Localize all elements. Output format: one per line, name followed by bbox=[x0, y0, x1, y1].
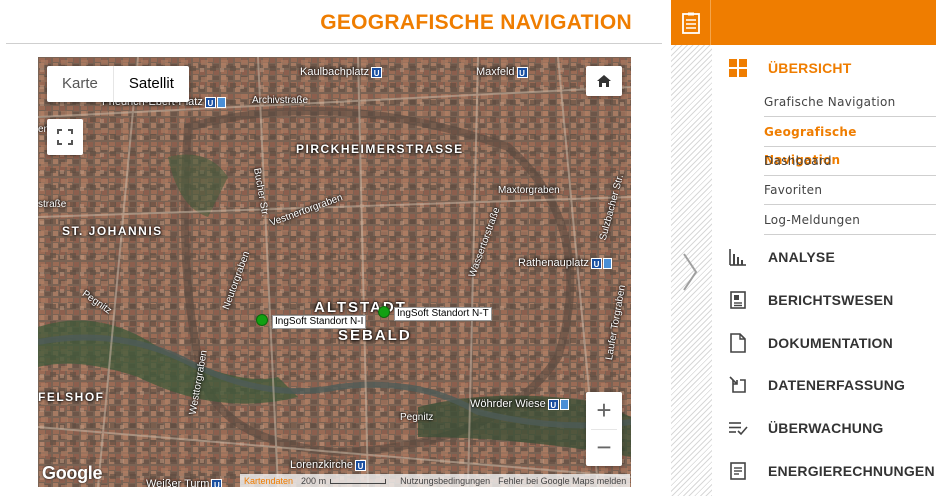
menu-section-ueberwachung[interactable]: ÜBERWACHUNG bbox=[712, 408, 936, 448]
place-label: Maxfeld U bbox=[476, 66, 528, 78]
report-error-link[interactable]: Fehler bei Google Maps melden bbox=[494, 476, 630, 486]
menu-toggle-button[interactable] bbox=[671, 0, 711, 45]
chevron-right-icon[interactable] bbox=[682, 252, 698, 296]
google-logo: Google bbox=[42, 463, 103, 483]
menu-header-bar bbox=[671, 0, 936, 45]
district-label: PIRCKHEIMERSTRASSE bbox=[296, 142, 464, 156]
bus-stop-icon bbox=[559, 398, 569, 410]
bus-stop-icon bbox=[602, 257, 612, 269]
maptype-karte-button[interactable]: Karte bbox=[47, 66, 113, 102]
zoom-out-button[interactable]: − bbox=[586, 429, 622, 466]
map-view[interactable]: Kaulbachplatz U Maxfeld U Friedrich-Ebert-… bbox=[38, 57, 631, 487]
maptype-satellit-button[interactable]: Satellit bbox=[112, 66, 189, 102]
ubahn-icon: U bbox=[211, 478, 223, 487]
scale-label[interactable]: 200 m bbox=[297, 476, 396, 486]
menu-section-label: ANALYSE bbox=[768, 249, 836, 265]
menu-section-label: ENERGIERECHNUNGEN bbox=[768, 463, 935, 479]
place-label: Lorenzkirche U bbox=[290, 459, 366, 471]
location-marker-icon[interactable] bbox=[378, 306, 390, 318]
menu-section-uebersicht[interactable]: ÜBERSICHT bbox=[712, 48, 936, 88]
place-label: Kaulbachplatz U bbox=[300, 66, 383, 78]
district-label: FELSHOF bbox=[38, 390, 105, 404]
terms-link[interactable]: Nutzungsbedingungen bbox=[396, 476, 494, 486]
menu-section-analyse[interactable]: ANALYSE bbox=[712, 237, 936, 277]
navigation-menu: ÜBERSICHT Grafische Navigation Geografis… bbox=[712, 45, 936, 496]
submenu-item-log-meldungen[interactable]: Log-Meldungen bbox=[764, 206, 936, 235]
marker-label[interactable]: IngSoft Standort N-I bbox=[272, 315, 367, 329]
district-label: ST. JOHANNIS bbox=[62, 224, 163, 238]
zoom-control: + − bbox=[586, 392, 622, 466]
map-type-control: Karte Satellit bbox=[47, 66, 189, 102]
map-attribution: Kartendaten 200 m Nutzungsbedingungen Fe… bbox=[240, 474, 631, 487]
menu-section-energierechnungen[interactable]: ENERGIERECHNUNGEN bbox=[712, 451, 936, 491]
menu-section-label: DOKUMENTATION bbox=[768, 335, 893, 351]
submenu-item-favoriten[interactable]: Favoriten bbox=[764, 176, 936, 205]
ubahn-icon: U bbox=[204, 96, 216, 108]
river-label: Pegnitz bbox=[400, 412, 434, 423]
menu-section-dokumentation[interactable]: DOKUMENTATION bbox=[712, 323, 936, 363]
satellite-imagery bbox=[38, 57, 631, 487]
menu-section-berichtswesen[interactable]: BERICHTSWESEN bbox=[712, 280, 936, 320]
zoom-in-button[interactable]: + bbox=[586, 392, 622, 429]
ubahn-icon: U bbox=[354, 459, 366, 471]
overview-grid-icon bbox=[728, 58, 748, 78]
home-button[interactable] bbox=[586, 66, 622, 96]
document-icon bbox=[728, 333, 748, 353]
clipboard-list-icon bbox=[681, 12, 700, 34]
menu-section-label: BERICHTSWESEN bbox=[768, 292, 894, 308]
ubahn-icon: U bbox=[371, 66, 383, 78]
ubahn-icon: U bbox=[590, 257, 602, 269]
title-bar: GEOGRAFISCHE NAVIGATION bbox=[6, 0, 662, 44]
street-label: straße bbox=[38, 199, 67, 210]
page-title: GEOGRAFISCHE NAVIGATION bbox=[320, 11, 632, 34]
street-label: Maxtorgraben bbox=[498, 185, 560, 196]
submenu-item-dashboard[interactable]: Dashboard bbox=[764, 147, 936, 176]
location-marker-icon[interactable] bbox=[256, 314, 268, 326]
menu-section-label: ÜBERSICHT bbox=[768, 60, 852, 76]
place-label: Weißer Turm U bbox=[146, 478, 223, 487]
map-data-link[interactable]: Kartendaten bbox=[240, 476, 297, 486]
fullscreen-button[interactable] bbox=[47, 119, 83, 155]
scale-bar bbox=[330, 478, 387, 484]
fullscreen-icon bbox=[57, 129, 73, 145]
invoice-icon bbox=[728, 461, 748, 481]
ubahn-icon: U bbox=[547, 398, 559, 410]
report-icon bbox=[728, 290, 748, 310]
place-label: Wöhrder Wiese U bbox=[470, 398, 569, 410]
menu-section-label: ÜBERWACHUNG bbox=[768, 420, 884, 436]
menu-section-datenerfassung[interactable]: DATENERFASSUNG bbox=[712, 365, 936, 405]
district-label: ALTSTADT bbox=[314, 299, 407, 316]
submenu-item-grafische-navigation[interactable]: Grafische Navigation bbox=[764, 88, 936, 117]
bus-stop-icon bbox=[216, 96, 226, 108]
ubahn-icon: U bbox=[516, 66, 528, 78]
street-label: Archivstraße bbox=[252, 95, 309, 106]
marker-label[interactable]: IngSoft Standort N-T bbox=[394, 307, 492, 321]
submenu-item-geografische-navigation[interactable]: Geografische Navigation bbox=[764, 118, 936, 167]
monitoring-check-icon bbox=[728, 418, 748, 438]
app-root: GEOGRAFISCHE NAVIGATION Kaulbachplatz U … bbox=[0, 0, 936, 496]
district-label: SEBALD bbox=[338, 327, 412, 344]
place-label: Rathenauplatz U bbox=[518, 257, 612, 269]
collapse-strip[interactable] bbox=[671, 0, 712, 496]
home-icon bbox=[597, 75, 611, 87]
menu-section-label: DATENERFASSUNG bbox=[768, 377, 906, 393]
data-entry-icon bbox=[728, 375, 748, 395]
bar-chart-icon bbox=[728, 247, 748, 267]
